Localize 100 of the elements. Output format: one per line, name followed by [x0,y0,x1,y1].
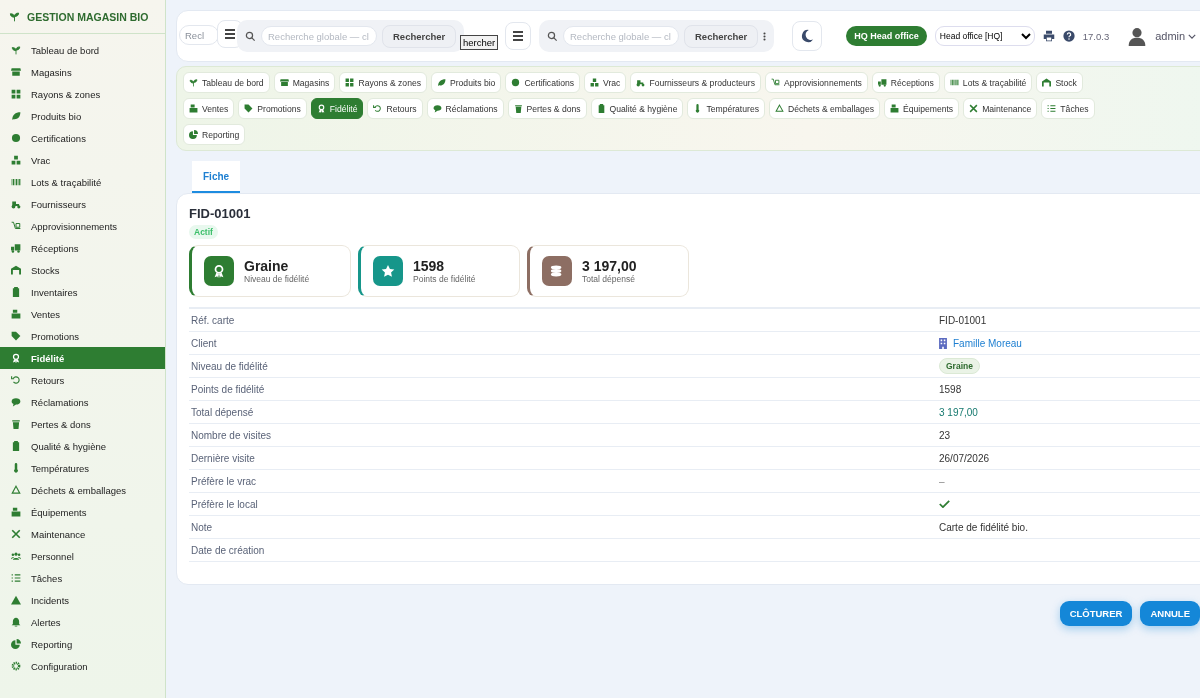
sidebar-item[interactable]: Pertes & dons [0,413,165,435]
office-select[interactable]: Head office [HQ] [934,26,1035,46]
tab[interactable]: Fiche [192,161,241,193]
search-field[interactable]: Recl [179,25,219,45]
barcode-icon [11,177,21,187]
sidebar-item[interactable]: Rayons & zones [0,83,165,105]
module-chip[interactable]: Déchets & emballages [769,98,880,119]
module-chip[interactable]: Fournisseurs & producteurs [630,72,761,93]
sidebar-item[interactable]: Qualité & hygiène [0,435,165,457]
client-link[interactable]: Famille Moreau [953,337,1022,349]
stat-value: 1598 [413,258,446,274]
status-tag: Actif [189,225,218,239]
module-chip[interactable]: Rayons & zones [339,72,427,93]
field-label: Niveau de fidélité [190,360,269,372]
caret-icon [1188,33,1197,39]
app-title: GESTION MAGASIN BIO [27,10,149,23]
search-button[interactable]: Rechercher [382,24,457,48]
tag-icon [244,104,254,113]
sidebar-item[interactable]: Températures [0,457,165,479]
sidebar-item[interactable]: Personnel [0,545,165,567]
search-icon [547,30,558,42]
star-icon [381,264,395,278]
sprout-icon [189,78,198,87]
module-chip[interactable]: Réclamations [426,98,504,119]
chat-icon [432,104,442,113]
module-chip[interactable]: Tâches [1041,98,1095,119]
moon-icon [800,29,815,43]
dolly-icon [771,78,780,87]
module-chip[interactable]: Promotions [238,98,307,119]
module-chip[interactable]: Maintenance [963,98,1038,119]
module-chip[interactable]: Réceptions [871,72,940,93]
sidebar-item[interactable]: Configuration [0,655,165,677]
module-chip[interactable]: Retours [367,98,423,119]
module-chip[interactable]: Produits bio [431,72,502,93]
module-chip[interactable]: Stock [1036,72,1083,93]
people-icon [11,551,21,561]
sprout-icon [9,11,20,22]
module-chip[interactable]: Approvisionnements [765,72,868,93]
sidebar-item[interactable]: Incidents [0,589,165,611]
module-chip[interactable]: Qualité & hygiène [590,98,684,119]
sidebar-item[interactable]: Ventes [0,303,165,325]
sidebar-item[interactable]: Vrac [0,149,165,171]
module-chip[interactable]: Ventes [183,98,235,119]
search-field[interactable]: Recherche globale — cl [563,26,679,46]
action-button[interactable]: CLÔTURER [1059,601,1133,626]
sidebar-item[interactable]: Fidélité [0,347,165,369]
action-button[interactable]: ANNULE [1140,601,1200,626]
trash-icon [513,104,523,113]
search-field[interactable]: Recherche globale — cl [261,26,377,46]
sidebar-item[interactable]: Lots & traçabilité [0,171,165,193]
sidebar-item[interactable]: Tâches [0,567,165,589]
sidebar-item[interactable]: Alertes [0,611,165,633]
version-label: 17.0.3 [1082,30,1110,42]
sprout-icon [11,45,21,55]
grid-icon [11,89,21,99]
sidebar-item[interactable]: Stocks [0,259,165,281]
sidebar-item[interactable]: Équipements [0,501,165,523]
sidebar-item[interactable]: Produits bio [0,105,165,127]
theme-button[interactable] [792,21,823,51]
module-chip[interactable]: Fidélité [310,98,364,119]
module-chip[interactable]: Lots & traçabilité [943,72,1033,93]
stat-label: Niveau de fidélité [244,274,310,284]
field-label: Date de création [190,544,266,556]
module-chip[interactable]: Magasins [273,72,336,93]
sidebar-item[interactable]: Réclamations [0,391,165,413]
sidebar-item[interactable]: Promotions [0,325,165,347]
coins-icon [550,264,564,278]
sidebar-item[interactable]: Tableau de bord [0,39,165,61]
search-button[interactable]: hercher [460,35,499,50]
search-button[interactable]: Rechercher [684,24,759,48]
module-chip[interactable]: Équipements [883,98,960,119]
barcode-icon [949,78,959,87]
print-icon[interactable] [1042,30,1055,42]
sidebar-item[interactable]: Maintenance [0,523,165,545]
clipboard-icon [11,441,21,451]
menu-button[interactable] [505,22,531,50]
sidebar-item[interactable]: Reporting [0,633,165,655]
more-icon[interactable] [763,31,767,41]
chat-icon [11,397,21,407]
module-chip[interactable]: Vrac [584,72,627,93]
sidebar-item[interactable]: Déchets & emballages [0,479,165,501]
pie-icon [189,130,198,139]
user-menu[interactable]: admin [1155,30,1197,42]
sidebar-item[interactable]: Fournisseurs [0,193,165,215]
sidebar-item[interactable]: Magasins [0,61,165,83]
module-chip[interactable]: Températures [687,98,765,119]
thermometer-icon [11,463,21,473]
bell-icon [11,617,21,627]
module-chip[interactable]: Reporting [183,124,246,145]
sidebar-item[interactable]: Certifications [0,127,165,149]
sidebar-item[interactable]: Approvisionnements [0,215,165,237]
sidebar-item[interactable]: Retours [0,369,165,391]
module-chip[interactable]: Certifications [505,72,581,93]
module-chip[interactable]: Tableau de bord [183,72,270,93]
help-icon[interactable] [1062,30,1075,42]
sidebar-item[interactable]: Inventaires [0,281,165,303]
search-icon [245,30,256,42]
list-icon [1047,104,1057,113]
sidebar-item[interactable]: Réceptions [0,237,165,259]
module-chip[interactable]: Pertes & dons [507,98,587,119]
